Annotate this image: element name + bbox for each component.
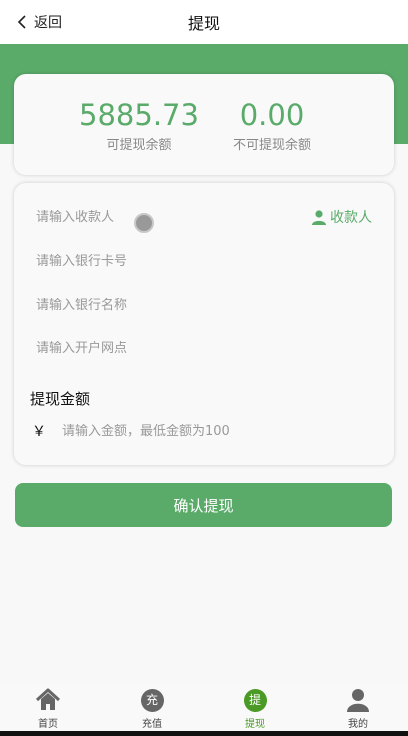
tab-mine[interactable]: 我的 [328,687,388,730]
amount-title: 提现金额 [30,390,91,408]
payee-select-button[interactable]: 收款人 [311,207,372,227]
available-balance-value: 5885.73 [79,98,199,132]
payee-input[interactable] [36,209,276,225]
bottom-tab-bar: 首页 充 充值 提 提现 我的 [0,683,408,736]
payee-link-label: 收款人 [330,210,372,226]
unavailable-balance: 0.00 不可提现余额 [217,98,327,153]
home-icon [35,687,61,713]
system-bottom-bar [0,731,408,736]
tab-withdraw[interactable]: 提 提现 [225,687,285,730]
unavailable-balance-value: 0.00 [239,98,305,132]
tab-home[interactable]: 首页 [18,687,78,730]
amount-input[interactable] [62,423,322,439]
withdraw-icon: 提 [242,687,268,713]
person-icon [312,210,326,225]
chevron-left-icon [17,15,26,29]
user-icon [345,687,371,713]
available-balance-label: 可提现余额 [106,138,172,153]
touch-indicator [134,213,154,233]
balance-card: 5885.73 可提现余额 0.00 不可提现余额 [14,74,394,175]
currency-symbol: ￥ [32,424,46,440]
confirm-withdraw-button[interactable]: 确认提现 [15,483,392,527]
back-button[interactable]: 返回 [16,12,62,32]
tab-recharge-label: 充值 [142,719,162,730]
recharge-icon: 充 [139,687,165,713]
tab-recharge[interactable]: 充 充值 [122,687,182,730]
recharge-glyph: 充 [140,688,164,712]
amount-row: ￥ [32,420,322,442]
card-number-field[interactable] [36,249,366,273]
top-bar: 返回 提现 [0,0,408,44]
available-balance: 5885.73 可提现余额 [74,98,204,153]
withdraw-form-card: 收款人 提现金额 ￥ [14,183,394,465]
card-number-input[interactable] [36,253,276,269]
withdraw-glyph: 提 [243,688,267,712]
tab-withdraw-label: 提现 [245,719,265,730]
page-title: 提现 [187,14,220,33]
tab-home-label: 首页 [38,719,58,730]
branch-input[interactable] [36,340,276,356]
branch-field[interactable] [36,336,366,360]
unavailable-balance-label: 不可提现余额 [232,138,311,153]
bank-name-field[interactable] [36,293,366,317]
tab-mine-label: 我的 [348,719,368,730]
bank-name-input[interactable] [36,297,276,313]
back-label: 返回 [34,15,62,31]
